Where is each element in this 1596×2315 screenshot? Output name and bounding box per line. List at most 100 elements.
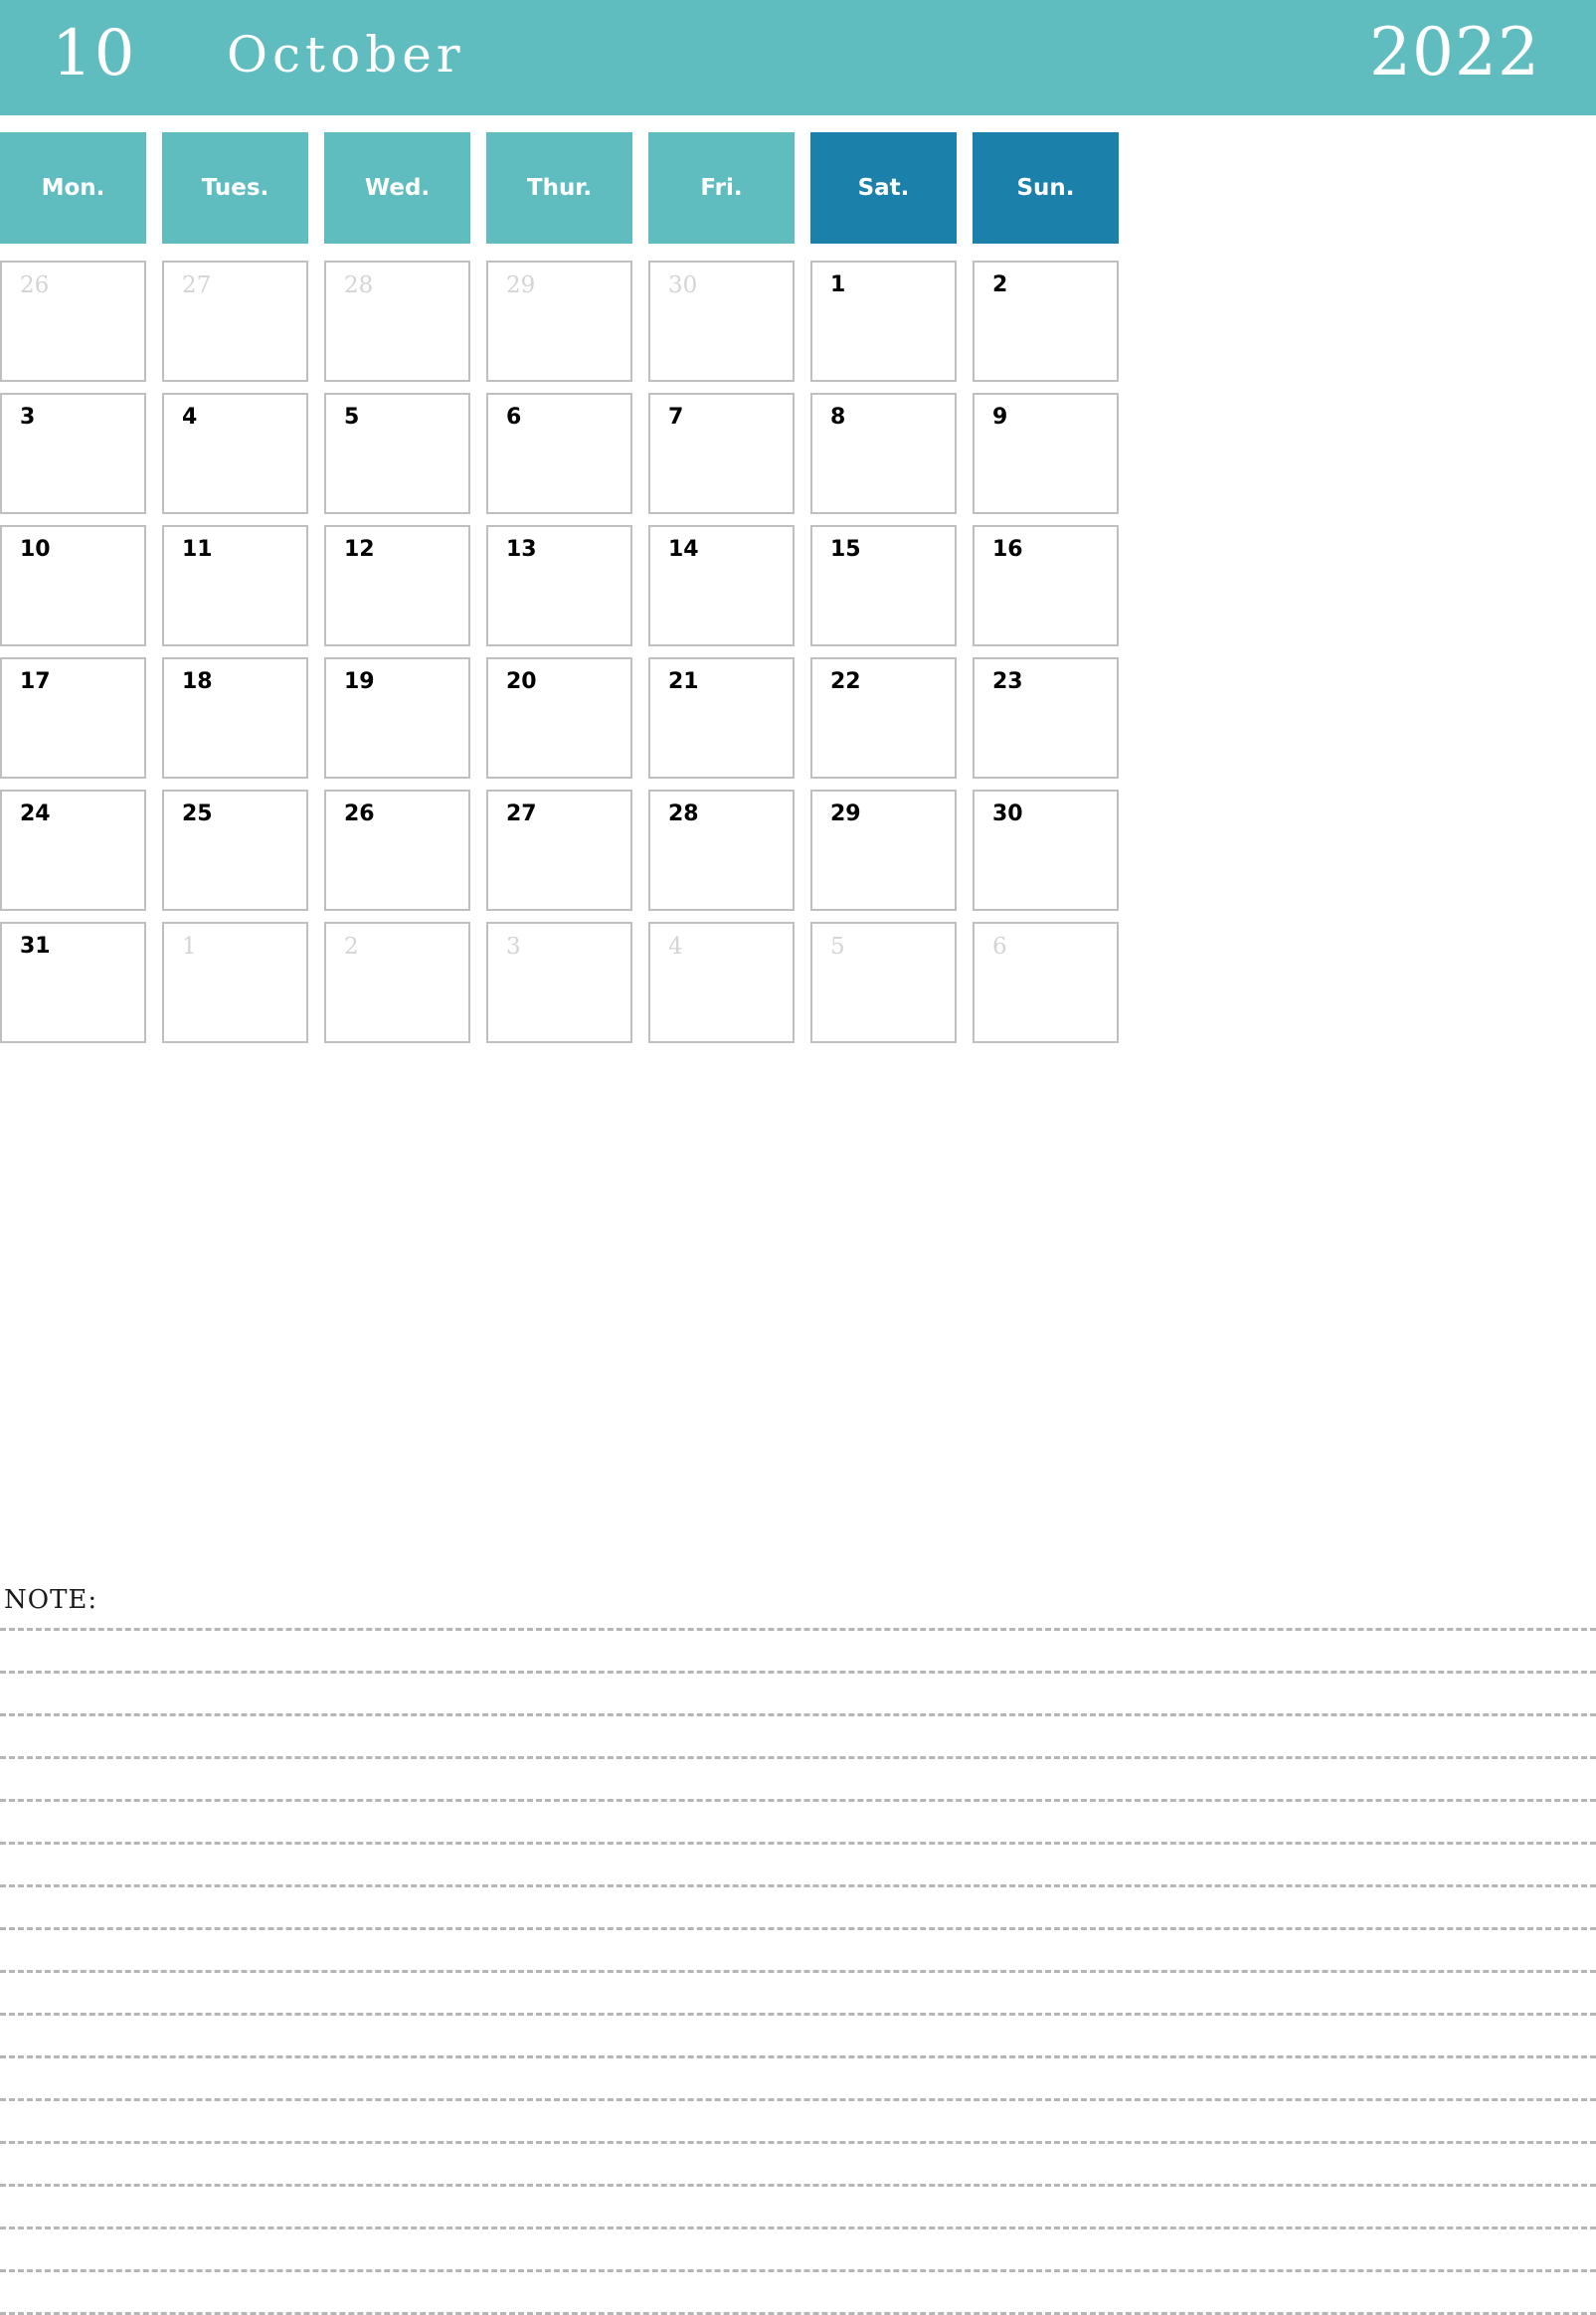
date-cell[interactable]: 2	[973, 261, 1119, 382]
date-number: 28	[344, 272, 374, 298]
date-number: 3	[506, 934, 521, 960]
date-cell[interactable]: 23	[973, 657, 1119, 779]
date-number: 27	[182, 272, 212, 298]
note-label: NOTE:	[4, 1585, 98, 1615]
note-line[interactable]	[0, 1713, 1596, 1716]
date-cell[interactable]: 2	[324, 922, 470, 1043]
weekday-label: Sat.	[857, 175, 910, 201]
date-cell[interactable]: 11	[162, 525, 308, 646]
note-line[interactable]	[0, 2013, 1596, 2016]
note-line[interactable]	[0, 1884, 1596, 1887]
date-cell[interactable]: 30	[973, 790, 1119, 911]
date-number: 12	[344, 537, 375, 562]
date-cell[interactable]: 14	[648, 525, 795, 646]
date-cell[interactable]: 29	[486, 261, 632, 382]
weekday-header-cell-tues: Tues.	[162, 132, 308, 244]
date-number: 11	[182, 537, 213, 562]
date-number: 13	[506, 537, 537, 562]
date-cell[interactable]: 13	[486, 525, 632, 646]
date-number: 9	[992, 405, 1008, 430]
month-name: October	[227, 26, 465, 84]
date-cell[interactable]: 31	[0, 922, 146, 1043]
date-number: 2	[344, 934, 359, 960]
date-cell[interactable]: 5	[810, 922, 957, 1043]
date-cell[interactable]: 20	[486, 657, 632, 779]
date-cell[interactable]: 28	[324, 261, 470, 382]
date-number: 29	[830, 801, 861, 826]
year-label: 2022	[1369, 14, 1540, 90]
note-line[interactable]	[0, 2226, 1596, 2229]
date-number: 26	[20, 272, 50, 298]
date-cell[interactable]: 27	[162, 261, 308, 382]
note-section: NOTE:	[0, 1585, 1596, 2315]
note-line[interactable]	[0, 1842, 1596, 1845]
note-line[interactable]	[0, 2055, 1596, 2058]
weekday-label: Mon.	[41, 175, 105, 201]
date-cell[interactable]: 3	[0, 393, 146, 514]
date-cell[interactable]: 21	[648, 657, 795, 779]
date-cell[interactable]: 27	[486, 790, 632, 911]
weekday-label: Tues.	[201, 175, 269, 201]
date-number: 5	[344, 405, 360, 430]
date-cell[interactable]: 16	[973, 525, 1119, 646]
date-cell[interactable]: 18	[162, 657, 308, 779]
weekday-label: Thur.	[526, 175, 593, 201]
date-cell[interactable]: 10	[0, 525, 146, 646]
note-line[interactable]	[0, 2184, 1596, 2187]
date-cell[interactable]: 12	[324, 525, 470, 646]
date-cell[interactable]: 19	[324, 657, 470, 779]
date-cell[interactable]: 7	[648, 393, 795, 514]
note-line[interactable]	[0, 2269, 1596, 2272]
date-number: 16	[992, 537, 1023, 562]
date-number: 4	[182, 405, 198, 430]
note-line[interactable]	[0, 1671, 1596, 1674]
date-number: 23	[992, 669, 1023, 694]
weekday-header-cell-sat: Sat.	[810, 132, 957, 244]
date-number: 18	[182, 669, 213, 694]
weekday-header-cell-thur: Thur.	[486, 132, 632, 244]
weekday-header-cell-fri: Fri.	[648, 132, 795, 244]
date-grid: 26 27 28 29 30 1 2 3 4 5 6 7 8 9 10 11 12 13 14 15 16 17 18 19 2…	[0, 261, 1596, 1043]
date-cell[interactable]: 4	[648, 922, 795, 1043]
note-line[interactable]	[0, 1799, 1596, 1802]
date-number: 20	[506, 669, 537, 694]
date-cell[interactable]: 17	[0, 657, 146, 779]
date-cell[interactable]: 5	[324, 393, 470, 514]
date-number: 27	[506, 801, 537, 826]
date-cell[interactable]: 6	[486, 393, 632, 514]
date-number: 1	[830, 272, 846, 297]
weekday-header-cell-mon: Mon.	[0, 132, 146, 244]
date-cell[interactable]: 26	[0, 261, 146, 382]
date-number: 28	[668, 801, 699, 826]
date-cell[interactable]: 26	[324, 790, 470, 911]
date-cell[interactable]: 1	[810, 261, 957, 382]
weekday-header-cell-sun: Sun.	[973, 132, 1119, 244]
note-line[interactable]	[0, 1927, 1596, 1930]
date-cell[interactable]: 28	[648, 790, 795, 911]
date-cell[interactable]: 9	[973, 393, 1119, 514]
date-cell[interactable]: 29	[810, 790, 957, 911]
note-line[interactable]	[0, 2141, 1596, 2144]
date-cell[interactable]: 25	[162, 790, 308, 911]
date-number: 8	[830, 405, 846, 430]
note-line[interactable]	[0, 2098, 1596, 2101]
date-cell[interactable]: 1	[162, 922, 308, 1043]
date-number: 3	[20, 405, 36, 430]
weekday-header-cell-wed: Wed.	[324, 132, 470, 244]
date-number: 6	[506, 405, 522, 430]
date-cell[interactable]: 6	[973, 922, 1119, 1043]
weekday-label: Sun.	[1016, 175, 1075, 201]
date-number: 24	[20, 801, 51, 826]
date-cell[interactable]: 8	[810, 393, 957, 514]
date-cell[interactable]: 4	[162, 393, 308, 514]
note-line[interactable]	[0, 1970, 1596, 1973]
note-line[interactable]	[0, 1628, 1596, 1631]
date-number: 26	[344, 801, 375, 826]
date-number: 6	[992, 934, 1007, 960]
date-cell[interactable]: 15	[810, 525, 957, 646]
date-cell[interactable]: 22	[810, 657, 957, 779]
date-cell[interactable]: 30	[648, 261, 795, 382]
note-line[interactable]	[0, 1756, 1596, 1759]
date-cell[interactable]: 3	[486, 922, 632, 1043]
date-cell[interactable]: 24	[0, 790, 146, 911]
